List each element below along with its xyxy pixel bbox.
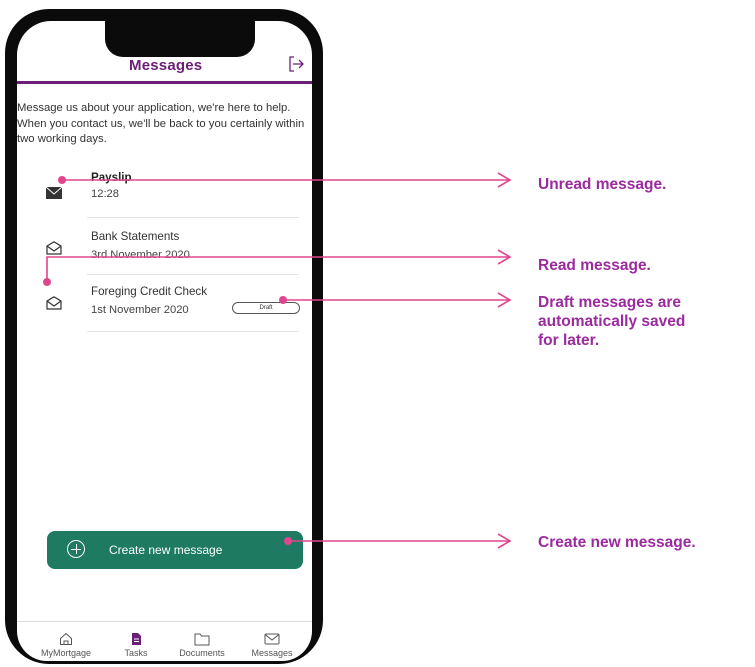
callout-draft: Draft messages are automatically saved f… bbox=[538, 293, 685, 350]
callout-draft-line: for later. bbox=[538, 332, 600, 349]
callout-create: Create new message. bbox=[538, 534, 696, 551]
callout-read: Read message. bbox=[538, 257, 651, 274]
callout-unread: Unread message. bbox=[538, 176, 667, 193]
callout-draft-line: Draft messages are bbox=[538, 294, 682, 311]
callout-draft-line: automatically saved bbox=[538, 313, 686, 330]
phone-notch bbox=[105, 21, 255, 57]
